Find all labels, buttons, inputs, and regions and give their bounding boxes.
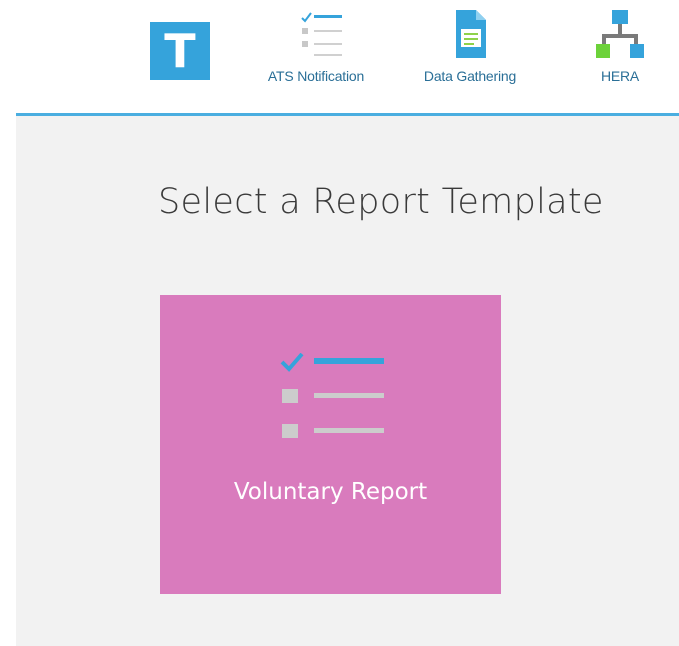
template-tile-voluntary-report[interactable]: Voluntary Report xyxy=(160,295,501,594)
checklist-icon xyxy=(280,352,390,448)
nav-label: ATS Notification xyxy=(267,68,365,84)
hierarchy-icon xyxy=(590,8,650,62)
template-tile-label: Voluntary Report xyxy=(233,479,428,505)
nav-hera[interactable]: HERA xyxy=(590,8,650,84)
brand-letter: T xyxy=(164,24,196,78)
nav-label: Data Gathering xyxy=(423,68,517,84)
nav-ats-notification[interactable]: ATS Notification xyxy=(252,8,380,84)
checklist-icon xyxy=(286,8,346,62)
brand-logo[interactable]: T xyxy=(150,22,210,80)
nav-data-gathering[interactable]: Data Gathering xyxy=(406,8,534,84)
page-title: Select a Report Template xyxy=(158,182,604,222)
main-content: Select a Report Template Voluntary Repor… xyxy=(16,116,679,646)
nav-label: HERA xyxy=(600,68,640,84)
document-icon xyxy=(440,8,500,62)
top-toolbar: T ATS Notification Data Gathering HERA xyxy=(0,0,679,113)
